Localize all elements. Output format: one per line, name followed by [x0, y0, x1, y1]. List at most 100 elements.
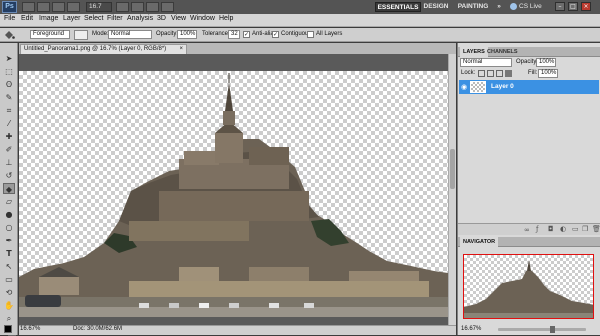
quick-select-tool-icon[interactable]: ✎ [3, 92, 15, 103]
layers-panel-footer: ∞ ƒ ◘ ◐ ▭ ❐ 🗑 [458, 223, 600, 235]
menu-select[interactable]: Select [84, 15, 103, 22]
pattern-picker[interactable] [74, 30, 88, 40]
adjustment-layer-icon[interactable]: ◐ [560, 225, 566, 233]
menu-file[interactable]: File [4, 15, 15, 22]
new-layer-icon[interactable]: ❐ [582, 225, 588, 233]
status-zoom-field[interactable]: 16.67% [20, 326, 40, 332]
foreground-color-swatch[interactable] [4, 325, 12, 333]
layer-name[interactable]: Layer 0 [491, 83, 514, 90]
document-tab-close-icon[interactable]: × [179, 45, 183, 54]
dodge-tool-icon[interactable]: ○ [3, 222, 15, 233]
3d-rotate-tool-icon[interactable]: ⟲ [3, 287, 15, 298]
hand-tool-icon[interactable] [116, 2, 129, 12]
clone-stamp-tool-icon[interactable]: ⊥ [3, 157, 15, 168]
vertical-scroll-thumb[interactable] [450, 149, 455, 189]
crop-tool-icon[interactable]: ⌗ [3, 105, 15, 116]
tools-panel: ➤ ⬚ ʘ ✎ ⌗ ⁄ ✚ ✐ ⊥ ↺ ◆ ▱ ● ○ ✒ T ↖ ▭ ⟲ ✋ … [0, 43, 18, 336]
workspace-design-button[interactable]: DESIGN [421, 2, 451, 12]
lock-all-icon[interactable] [505, 70, 512, 77]
shape-tool-icon[interactable]: ▭ [3, 274, 15, 285]
cs-live-button[interactable]: CS Live [510, 2, 542, 12]
all-layers-checkbox[interactable] [307, 31, 314, 38]
mode-select[interactable]: Normal [108, 30, 152, 39]
marquee-tool-icon[interactable]: ⬚ [3, 66, 15, 77]
menu-layer[interactable]: Layer [63, 15, 81, 22]
paint-bucket-icon[interactable] [3, 30, 15, 40]
hand-tool-icon[interactable]: ✋ [3, 300, 15, 311]
cs-live-label: CS Live [519, 3, 542, 10]
menu-3d[interactable]: 3D [157, 15, 166, 22]
navigator-zoom-slider-thumb[interactable] [550, 326, 555, 333]
close-button[interactable]: × [581, 2, 591, 11]
layers-panel-tabs: LAYERS CHANNELS [458, 47, 600, 57]
menu-image[interactable]: Image [39, 15, 58, 22]
fill-source-select[interactable]: Foreground [30, 30, 70, 39]
photoshop-logo: Ps [2, 1, 17, 13]
brush-tool-icon[interactable]: ✐ [3, 144, 15, 155]
document-tab[interactable]: Untitled_Panorama1.png @ 16.7% (Layer 0,… [20, 44, 187, 54]
eyedropper-tool-icon[interactable]: ⁄ [3, 118, 15, 129]
menu-bar: File Edit Image Layer Select Filter Anal… [0, 14, 600, 27]
fill-field[interactable]: 100% [538, 69, 558, 78]
menu-analysis[interactable]: Analysis [127, 15, 153, 22]
eraser-tool-icon[interactable]: ▱ [3, 196, 15, 207]
minimize-button[interactable]: – [555, 2, 565, 11]
workspace-essentials-button[interactable]: ESSENTIALS [375, 2, 421, 12]
delete-layer-icon[interactable]: 🗑 [592, 225, 600, 233]
rotate-view-icon[interactable] [131, 2, 144, 12]
navigator-zoom-slider[interactable] [498, 326, 586, 333]
lock-transparent-icon[interactable] [478, 70, 485, 77]
contiguous-checkbox[interactable]: ✓ [272, 31, 279, 38]
menu-help[interactable]: Help [219, 15, 233, 22]
zoom-tool-icon[interactable]: ⌕ [3, 313, 15, 324]
layer-blend-mode-select[interactable]: Normal [460, 58, 512, 67]
vertical-scrollbar[interactable] [448, 54, 456, 325]
menu-filter[interactable]: Filter [107, 15, 123, 22]
menu-window[interactable]: Window [190, 15, 215, 22]
document-canvas[interactable] [19, 71, 448, 317]
tab-navigator[interactable]: NAVIGATOR [460, 237, 499, 247]
arrange-documents-icon[interactable] [146, 2, 159, 12]
blur-tool-icon[interactable]: ● [3, 209, 15, 220]
tolerance-field[interactable]: 32 [228, 30, 240, 39]
navigator-preview[interactable] [463, 254, 594, 319]
move-tool-icon[interactable]: ➤ [3, 53, 15, 64]
zoom-level-icon[interactable] [67, 2, 80, 12]
all-layers-label: All Layers [316, 31, 343, 37]
link-layers-icon[interactable]: ∞ [524, 226, 530, 234]
history-brush-tool-icon[interactable]: ↺ [3, 170, 15, 181]
launch-mini-bridge-icon[interactable] [37, 2, 50, 12]
antialias-checkbox[interactable]: ✓ [243, 31, 250, 38]
more-workspaces-button[interactable]: » [494, 2, 504, 12]
paint-bucket-tool-icon[interactable]: ◆ [3, 183, 15, 194]
path-selection-tool-icon[interactable]: ↖ [3, 261, 15, 272]
restore-button[interactable]: □ [568, 2, 578, 11]
document-tab-title: Untitled_Panorama1.png @ 16.7% (Layer 0,… [24, 46, 167, 52]
screen-mode-icon[interactable] [161, 2, 174, 12]
navigator-zoom-field[interactable]: 16.67% [461, 326, 481, 332]
opacity-field[interactable]: 100% [177, 30, 197, 39]
lock-position-icon[interactable] [496, 70, 503, 77]
panel-dock: LAYERS CHANNELS Normal Opacity: 100% Loc… [457, 43, 600, 335]
menu-view[interactable]: View [171, 15, 186, 22]
view-extras-icon[interactable] [52, 2, 65, 12]
zoom-level-field[interactable]: 16.7 [86, 2, 112, 12]
lock-image-icon[interactable] [487, 70, 494, 77]
healing-brush-tool-icon[interactable]: ✚ [3, 131, 15, 142]
layer-row[interactable]: ◉ Layer 0 [459, 80, 599, 94]
canvas-area[interactable] [19, 54, 448, 325]
add-mask-icon[interactable]: ◘ [548, 225, 554, 233]
workspace-painting-button[interactable]: PAINTING [453, 2, 493, 12]
add-style-icon[interactable]: ƒ [536, 225, 538, 233]
lasso-tool-icon[interactable]: ʘ [3, 79, 15, 90]
launch-bridge-icon[interactable] [22, 2, 35, 12]
layer-opacity-field[interactable]: 100% [536, 58, 556, 67]
type-tool-icon[interactable]: T [3, 248, 15, 259]
pen-tool-icon[interactable]: ✒ [3, 235, 15, 246]
layer-thumbnail [470, 81, 486, 93]
tab-channels[interactable]: CHANNELS [484, 47, 521, 57]
layer-visibility-eye-icon[interactable]: ◉ [461, 83, 467, 91]
mode-label: Mode: [92, 31, 109, 37]
menu-edit[interactable]: Edit [21, 15, 33, 22]
new-group-icon[interactable]: ▭ [572, 225, 579, 233]
